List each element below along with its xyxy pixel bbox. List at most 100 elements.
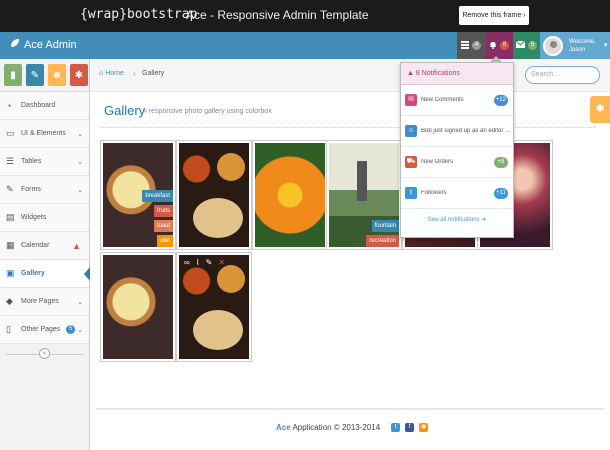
breadcrumb-home[interactable]: ⌂ Home [99, 70, 124, 77]
template-title: Ace - Responsive Admin Template [186, 8, 369, 22]
remove-frame-button[interactable]: Remove this frame › [459, 6, 529, 25]
sidebar-item-label: Tables [21, 158, 42, 165]
wrapbootstrap-bar: {wrap}bootstrap Ace - Responsive Admin T… [0, 0, 610, 32]
page-subtitle: » responsive photo gallery using colorbo… [143, 108, 272, 115]
sidebar-item-label: Gallery [21, 270, 45, 277]
sidebar-item-gallery[interactable]: ▣ Gallery [0, 260, 90, 288]
gallery-thumb[interactable] [253, 141, 327, 249]
tag-toast: toast [153, 220, 173, 232]
chevron-down-icon: ⌄ [77, 298, 83, 306]
sidebar-item-label: Widgets [21, 214, 47, 221]
sidebar-collapse: « [0, 347, 90, 361]
sidebar-item-widgets[interactable]: ▤ Widgets [0, 204, 89, 232]
tag-icon: ◆ [6, 296, 13, 306]
link-icon[interactable]: ∞ [184, 258, 190, 267]
sidebar-item-forms[interactable]: ✎ Forms ⌄ [0, 176, 89, 204]
sidebar-item-calendar[interactable]: ▦ Calendar ▲ [0, 232, 89, 260]
picture-icon: ▣ [6, 268, 15, 278]
home-icon: ⌂ [99, 70, 104, 77]
tasks-count: 4 [472, 41, 481, 50]
footer-divider [96, 408, 604, 410]
brand-label: Ace Admin [24, 38, 77, 51]
bell-icon [489, 40, 497, 51]
tag-fruits: fruits [153, 205, 173, 217]
gallery-thumb[interactable] [177, 141, 251, 249]
warning-icon: ▲ [72, 240, 81, 251]
sidebar-item-label: Other Pages [21, 326, 61, 333]
paperclip-icon[interactable]: ⌇ [196, 258, 200, 267]
shopping-cart-icon: ⛟ [405, 156, 417, 168]
wrapbootstrap-logo[interactable]: {wrap}bootstrap [80, 7, 197, 22]
page-title: Gallery [104, 103, 146, 118]
notification-label: Bob just signed up as an editor ... [421, 128, 511, 134]
rss-icon[interactable]: ◉ [419, 423, 429, 432]
close-icon[interactable]: ✕ [218, 258, 225, 267]
sidebar-shortcuts: ▮ ✎ ☻ ✱ [0, 59, 89, 92]
gallery-thumb[interactable] [101, 253, 175, 361]
messages-count: 5 [528, 41, 537, 50]
sidebar: ▮ ✎ ☻ ✱ ◔ Dashboard ▭ UI & Elements ⌄ ☰ … [0, 59, 90, 450]
user-greeting: Welcome, [569, 38, 596, 45]
notifications-button[interactable]: 8 [485, 32, 513, 59]
twitter-icon: t [405, 187, 417, 199]
header-divider [101, 127, 596, 128]
gallery-thumb[interactable]: ∞ ⌇ ✎ ✕ [177, 253, 251, 361]
chevron-down-icon: ⌄ [77, 158, 83, 166]
footer-brand: Ace [276, 423, 291, 432]
twitter-icon[interactable]: t [391, 423, 401, 432]
notification-label: New Orders [421, 159, 454, 165]
sidebar-item-label: Calendar [21, 242, 50, 249]
user-menu[interactable]: Welcome, Jason ▼ [540, 32, 610, 59]
collapse-left-icon[interactable]: « [39, 348, 50, 359]
chevron-down-icon: ⌄ [77, 130, 83, 138]
messages-button[interactable]: 5 [513, 32, 540, 59]
settings-gear-icon[interactable]: ✱ [590, 96, 610, 123]
tasks-icon [461, 40, 469, 51]
comment-icon: ✉ [405, 94, 417, 106]
pencil-square-icon: ✎ [6, 184, 14, 194]
notifications-header-label: 8 Notifications [415, 70, 460, 77]
see-all-notifications-link[interactable]: See all notifications ➔ [401, 209, 513, 232]
list-alt-icon: ▤ [6, 212, 15, 222]
cogs-icon[interactable]: ✱ [70, 64, 88, 86]
search-input[interactable]: Search ... [525, 66, 600, 84]
gallery-thumb[interactable]: breakfast fruits toast diet [101, 141, 175, 249]
signal-icon[interactable]: ▮ [4, 64, 22, 86]
group-icon[interactable]: ☻ [48, 64, 66, 86]
tag-breakfast: breakfast [142, 190, 173, 202]
caret-down-icon: ▼ [602, 42, 609, 49]
leaf-icon [10, 38, 20, 51]
notifications-header: ▲ 8 Notifications [401, 63, 513, 85]
facebook-icon[interactable]: f [405, 423, 415, 432]
tachometer-icon: ◔ [6, 100, 12, 111]
sidebar-item-label: Forms [21, 186, 41, 193]
chevron-down-icon: ⌄ [77, 186, 83, 194]
tasks-button[interactable]: 4 [457, 32, 485, 59]
pencil-icon[interactable]: ✎ [206, 258, 213, 267]
sidebar-item-other-pages[interactable]: ▯ Other Pages 5 ⌄ [0, 316, 89, 344]
sidebar-item-dashboard[interactable]: ◔ Dashboard [0, 92, 89, 120]
sidebar-item-more-pages[interactable]: ◆ More Pages ⌄ [0, 288, 89, 316]
gallery-thumb[interactable]: fountain recreation [327, 141, 401, 249]
notification-badge: +11 [494, 187, 508, 199]
sidebar-item-tables[interactable]: ☰ Tables ⌄ [0, 148, 89, 176]
desktop-icon: ▭ [6, 128, 15, 138]
user-icon: ☺ [405, 125, 417, 137]
avatar [543, 35, 563, 56]
warning-icon: ▲ [407, 70, 414, 77]
notifications-count: 8 [500, 41, 509, 50]
notification-item[interactable]: ✉ New Comments +12 [401, 85, 513, 116]
breadcrumb-home-label: Home [105, 70, 124, 77]
notification-item[interactable]: ⛟ New Orders +8 [401, 147, 513, 178]
calendar-icon: ▦ [6, 240, 15, 250]
notification-item[interactable]: t Followers +11 [401, 178, 513, 209]
breadcrumb-current: Gallery [142, 70, 165, 77]
thumb-tools: ∞ ⌇ ✎ ✕ [179, 255, 249, 269]
sidebar-item-ui-elements[interactable]: ▭ UI & Elements ⌄ [0, 120, 89, 148]
chevron-right-icon: › [133, 69, 136, 78]
sidebar-item-label: UI & Elements [21, 130, 66, 137]
brand[interactable]: Ace Admin [10, 38, 77, 51]
footer: Ace Application © 2013-2014 t f ◉ [276, 423, 429, 432]
notification-item[interactable]: ☺ Bob just signed up as an editor ... [401, 116, 513, 147]
pencil-icon[interactable]: ✎ [26, 64, 44, 86]
